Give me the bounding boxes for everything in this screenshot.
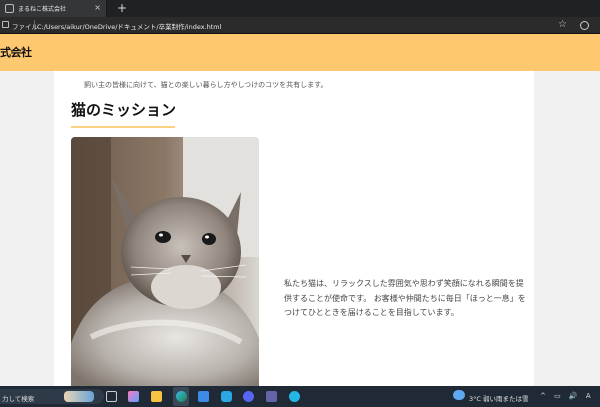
store-icon[interactable] — [198, 391, 209, 402]
address-separator — [34, 20, 35, 30]
browser-tab[interactable]: まるねこ株式会社 × — [0, 0, 107, 17]
skype-icon[interactable] — [221, 391, 232, 402]
profile-icon[interactable] — [580, 21, 589, 30]
mission-description: 私たち猫は、リラックスした雰囲気や思わず笑顔になれる瞬間を提供することが使命です… — [284, 279, 526, 317]
site-header: 式会社 — [0, 34, 600, 71]
teams-icon[interactable] — [266, 391, 277, 402]
app-icon[interactable] — [289, 391, 300, 402]
cat-photo-image — [71, 137, 259, 387]
new-tab-icon[interactable]: + — [117, 1, 127, 15]
intro-text: 飼い主の皆様に向けて、猫との楽しい暮らし方やしつけのコツを共有します。 — [84, 81, 328, 89]
search-placeholder: 力して検索 — [2, 395, 35, 403]
cat-photo — [71, 137, 259, 387]
page-background: 飼い主の皆様に向けて、猫との楽しい暮らし方やしつけのコツを共有します。 猫のミッ… — [0, 71, 600, 387]
task-view-icon[interactable] — [106, 391, 117, 402]
system-tray[interactable]: ^ ▭ 🔊 A — [540, 392, 594, 400]
file-explorer-icon[interactable] — [151, 391, 162, 402]
mission-heading: 猫のミッション — [71, 101, 177, 119]
address-bar: ファイル C:/Users/aikur/OneDrive/ドキュメント/卒業制作… — [0, 17, 600, 34]
taskbar-search[interactable]: 力して検索 — [0, 389, 104, 404]
main-content: 飼い主の皆様に向けて、猫との楽しい暮らし方やしつけのコツを共有します。 猫のミッ… — [54, 71, 534, 387]
browser-tab-strip: まるねこ株式会社 × + — [0, 0, 600, 17]
heading-underline — [71, 126, 175, 128]
tab-title: まるねこ株式会社 — [18, 6, 67, 13]
close-tab-icon[interactable]: × — [94, 3, 101, 13]
discord-icon[interactable] — [243, 391, 254, 402]
weather-text[interactable]: 3°C 弱い雨または雪 — [469, 393, 529, 403]
site-logo[interactable]: 式会社 — [0, 44, 32, 60]
weather-icon[interactable] — [453, 390, 465, 400]
copilot-icon[interactable] — [128, 391, 139, 402]
edge-icon[interactable] — [176, 391, 187, 402]
file-info-icon[interactable] — [2, 21, 9, 28]
favorite-star-icon[interactable]: ☆ — [558, 19, 567, 31]
url-field[interactable]: C:/Users/aikur/OneDrive/ドキュメント/卒業制作/inde… — [37, 21, 221, 31]
search-highlight-icon — [64, 391, 94, 402]
page-icon — [5, 4, 14, 13]
